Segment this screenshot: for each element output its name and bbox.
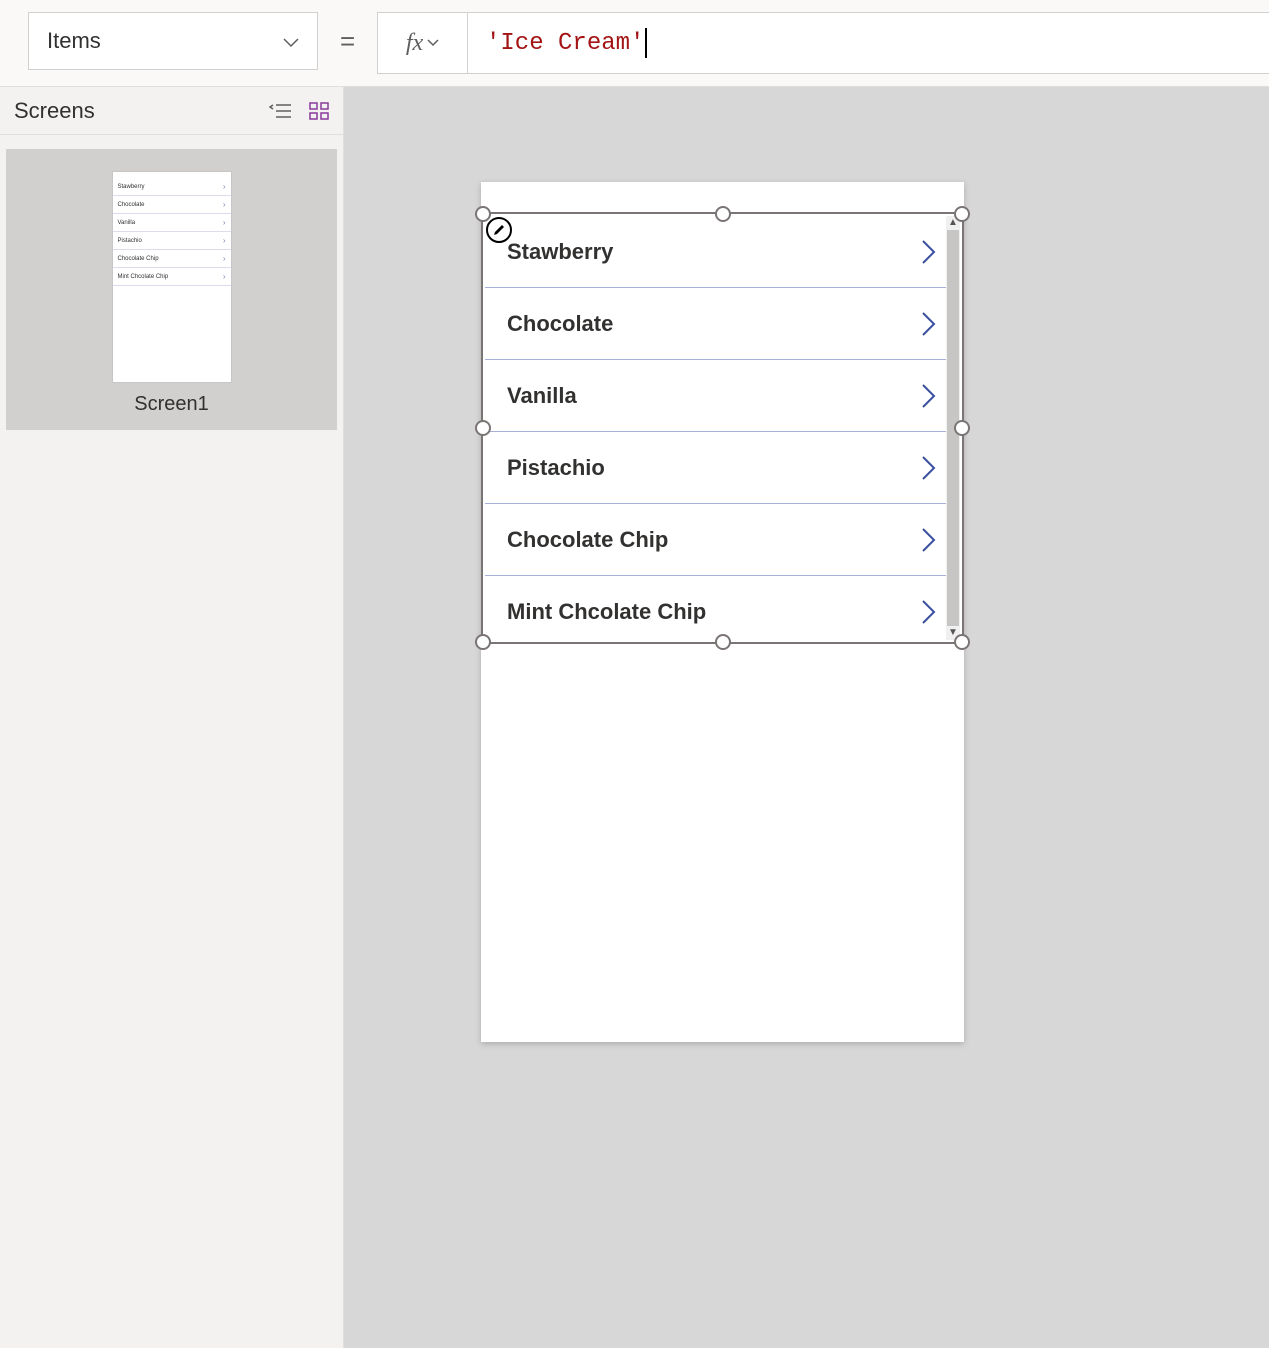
- chevron-right-icon: ›: [223, 254, 226, 263]
- chevron-right-icon[interactable]: [920, 598, 938, 626]
- gallery-item-label: Chocolate Chip: [507, 527, 668, 553]
- screen-thumbnail-label: Screen1: [134, 393, 209, 416]
- formula-bar: Items = fx 'Ice Cream': [0, 0, 1269, 87]
- thumb-row-label: Stawberry: [118, 184, 145, 190]
- fx-button[interactable]: fx: [378, 13, 468, 73]
- thumb-row: Vanilla ›: [113, 214, 231, 232]
- chevron-right-icon[interactable]: [920, 382, 938, 410]
- thumb-row: Pistachio ›: [113, 232, 231, 250]
- gallery-item[interactable]: Chocolate Chip: [485, 504, 960, 576]
- thumb-row: Mint Chcolate Chip ›: [113, 268, 231, 286]
- chevron-right-icon: ›: [223, 200, 226, 209]
- gallery-body: Stawberry Chocolate Vanilla Pistachio Ch…: [485, 216, 960, 640]
- screen-thumbnail-card[interactable]: Stawberry › Chocolate › Vanilla › Pistachio…: [6, 149, 337, 430]
- gallery-item[interactable]: Vanilla: [485, 360, 960, 432]
- gallery-item-label: Stawberry: [507, 239, 613, 265]
- resize-handle-bm[interactable]: [715, 634, 731, 650]
- tree-view-title: Screens: [14, 98, 95, 124]
- chevron-right-icon: ›: [223, 182, 226, 191]
- property-dropdown-label: Items: [47, 28, 101, 54]
- chevron-down-icon: [427, 34, 439, 52]
- thumb-row-label: Vanilla: [118, 220, 136, 226]
- gallery-item-label: Chocolate: [507, 311, 613, 337]
- formula-text: 'Ice Cream': [486, 30, 644, 57]
- gallery-item-label: Mint Chcolate Chip: [507, 599, 706, 625]
- resize-handle-tl[interactable]: [475, 206, 491, 222]
- gallery-item[interactable]: Chocolate: [485, 288, 960, 360]
- edit-pencil-button[interactable]: [486, 217, 512, 243]
- thumb-row-label: Pistachio: [118, 238, 142, 244]
- equals-sign: =: [340, 26, 355, 57]
- collapse-list-icon[interactable]: [269, 102, 291, 120]
- property-dropdown[interactable]: Items: [28, 12, 318, 70]
- screen-thumbnail: Stawberry › Chocolate › Vanilla › Pistachio…: [112, 171, 232, 383]
- thumb-row: Stawberry ›: [113, 178, 231, 196]
- gallery-item[interactable]: Stawberry: [485, 216, 960, 288]
- gallery-item-label: Pistachio: [507, 455, 605, 481]
- resize-handle-ml[interactable]: [475, 420, 491, 436]
- chevron-down-icon: [283, 28, 299, 54]
- grid-view-icon[interactable]: [309, 102, 329, 120]
- thumb-row: Chocolate Chip ›: [113, 250, 231, 268]
- gallery-item[interactable]: Mint Chcolate Chip: [485, 576, 960, 640]
- chevron-right-icon[interactable]: [920, 238, 938, 266]
- resize-handle-tm[interactable]: [715, 206, 731, 222]
- chevron-right-icon: ›: [223, 218, 226, 227]
- resize-handle-br[interactable]: [954, 634, 970, 650]
- tree-view-header: Screens: [0, 87, 343, 135]
- chevron-right-icon[interactable]: [920, 454, 938, 482]
- chevron-right-icon[interactable]: [920, 310, 938, 338]
- thumb-row-label: Chocolate: [118, 202, 145, 208]
- chevron-right-icon: ›: [223, 236, 226, 245]
- formula-input-wrapper: fx 'Ice Cream': [377, 12, 1269, 74]
- resize-handle-bl[interactable]: [475, 634, 491, 650]
- resize-handle-mr[interactable]: [954, 420, 970, 436]
- chevron-right-icon: ›: [223, 272, 226, 281]
- gallery-item[interactable]: Pistachio: [485, 432, 960, 504]
- formula-input[interactable]: 'Ice Cream': [468, 13, 1269, 73]
- pencil-icon: [492, 223, 506, 237]
- resize-handle-tr[interactable]: [954, 206, 970, 222]
- tree-view-panel: Screens Stawberry › Chocolate › Vanilla › P…: [0, 87, 344, 1348]
- text-cursor: [645, 28, 647, 58]
- thumb-row-label: Mint Chcolate Chip: [118, 274, 169, 280]
- canvas-area[interactable]: Stawberry Chocolate Vanilla Pistachio Ch…: [344, 87, 1269, 1348]
- gallery-item-label: Vanilla: [507, 383, 577, 409]
- thumb-row: Chocolate ›: [113, 196, 231, 214]
- thumb-row-label: Chocolate Chip: [118, 256, 159, 262]
- chevron-right-icon[interactable]: [920, 526, 938, 554]
- gallery-selection[interactable]: Stawberry Chocolate Vanilla Pistachio Ch…: [481, 212, 964, 644]
- fx-icon: fx: [406, 30, 423, 57]
